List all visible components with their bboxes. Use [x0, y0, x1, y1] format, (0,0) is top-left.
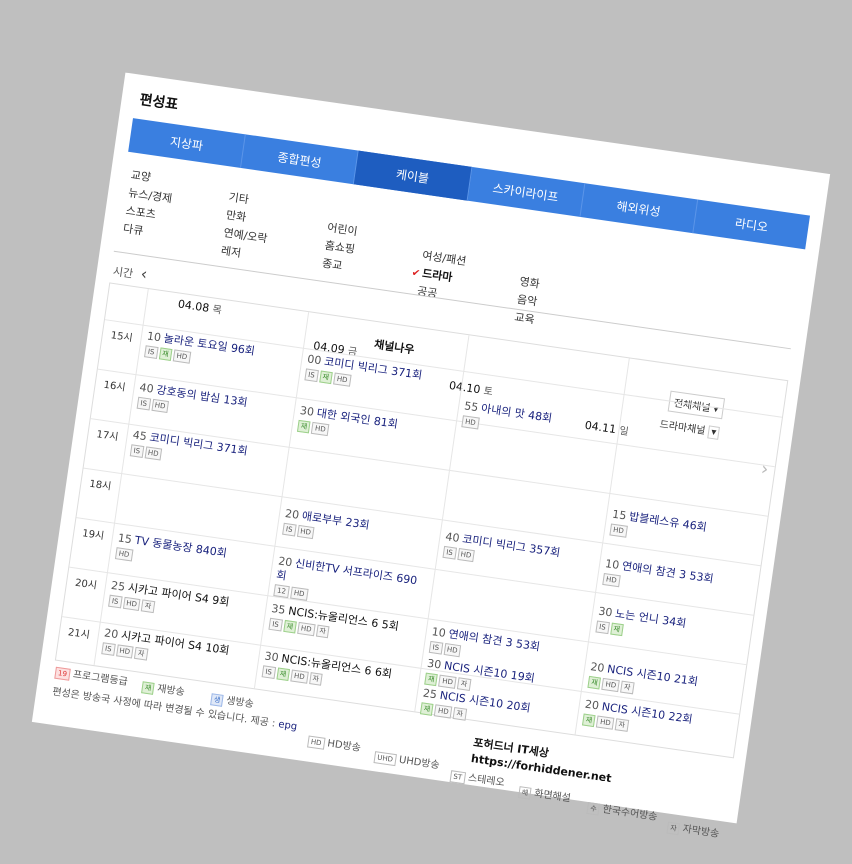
category-etc[interactable]: 기타 [228, 189, 250, 208]
program-item[interactable]: 20애로부부 23회 IS HD [282, 507, 370, 547]
hd-icon: HD [307, 735, 326, 750]
time-label: 시간 [112, 264, 134, 281]
program-item[interactable]: 40코미디 빅리그 357회 IS HD [442, 530, 561, 574]
category-religion[interactable]: 종교 [321, 255, 343, 274]
chevron-left-icon[interactable]: ‹ [140, 264, 149, 284]
stereo-icon: ST [449, 770, 466, 785]
uhd-icon: UHD [373, 751, 397, 767]
program-item[interactable]: 00코미디 빅리그 371회 IS 재 HD [304, 353, 423, 397]
channel-name: 채널나우 [373, 337, 416, 357]
category-leisure[interactable]: 레저 [220, 242, 242, 261]
hour-label: 21시 [67, 627, 91, 642]
category-kids[interactable]: 어린이 [326, 219, 358, 239]
commentary-icon: 해 [517, 786, 533, 800]
category-culture[interactable]: 교양 [130, 166, 152, 185]
program-item[interactable]: 10놀라운 토요일 96회 IS 재 HD [144, 329, 256, 372]
subtitle-icon: 자 [666, 821, 681, 836]
day-header-3: 04.10 토 [448, 379, 494, 399]
category-sports[interactable]: 스포츠 [125, 202, 157, 222]
program-item[interactable]: 15TV 동물농장 840회 HD [114, 531, 228, 574]
program-item[interactable]: 45코미디 빅리그 371회 IS HD [129, 428, 248, 472]
chevron-down-icon: ▾ [712, 403, 720, 416]
hour-label: 18시 [88, 478, 112, 493]
check-icon: ✔ [410, 267, 421, 280]
category-documentary[interactable]: 다큐 [122, 220, 144, 239]
day-header-1: 04.08 목 [177, 297, 223, 317]
program-item[interactable]: 10연애의 참견 3 53회 HD [602, 557, 714, 600]
hour-label: 15시 [109, 330, 134, 345]
rerun-icon: 재 [141, 681, 156, 695]
hour-label: 20시 [74, 577, 98, 592]
chevron-down-icon: ▾ [707, 425, 721, 440]
category-homeshopping[interactable]: 홈쇼핑 [324, 237, 356, 257]
schedule-panel: 편성표 지상파 종합편성 케이블 스카이라이프 해외위성 라디오 교양 뉴스/경… [31, 72, 831, 840]
tab-terrestrial[interactable]: 지상파 [128, 118, 247, 169]
tab-general[interactable]: 종합편성 [241, 134, 360, 185]
tab-overseas[interactable]: 해외위성 [580, 183, 699, 234]
category-drama-label: 드라마 [421, 267, 454, 285]
tab-skylife[interactable]: 스카이라이프 [467, 166, 586, 217]
legend-subtitle: 자 자막방송 [666, 818, 720, 841]
rating-19-icon: 19 [54, 666, 71, 681]
program-item[interactable]: 25시카고 파이어 S4 9회 IS HD 자 [108, 579, 230, 624]
program-item[interactable]: 20NCIS 시즌10 21회 재 HD 자 [587, 660, 699, 703]
category-music[interactable]: 음악 [516, 291, 538, 310]
day-header-4: 04.11 일 [583, 418, 630, 438]
hour-label: 16시 [102, 379, 127, 394]
hour-label: 17시 [95, 429, 120, 444]
sign-icon: 수 [586, 802, 601, 816]
legend-sign: 수 한국수어방송 [586, 798, 658, 824]
category-drama[interactable]: ✔드라마 [411, 264, 454, 286]
category-cartoon[interactable]: 만화 [225, 206, 247, 225]
program-item[interactable]: 55아내의 맛 48회 HD [461, 399, 553, 439]
category-movie[interactable]: 영화 [519, 273, 541, 292]
program-item[interactable]: 30노는 언니 34회 IS 재 [595, 605, 687, 645]
legend-hd: HD HD방송 [307, 732, 362, 755]
chevron-right-icon[interactable]: › [760, 458, 770, 480]
tab-cable[interactable]: 케이블 [354, 150, 473, 201]
tab-radio[interactable]: 라디오 [693, 200, 810, 250]
hour-label: 19시 [81, 528, 105, 543]
program-item[interactable]: 15밥블레스유 46회 HD [609, 508, 708, 549]
legend-uhd: UHD UHD방송 [373, 747, 440, 772]
category-public[interactable]: 공공 [416, 283, 438, 302]
legend-commentary: 해 화면해설 [517, 782, 572, 805]
page-title: 편성표 [138, 91, 180, 114]
